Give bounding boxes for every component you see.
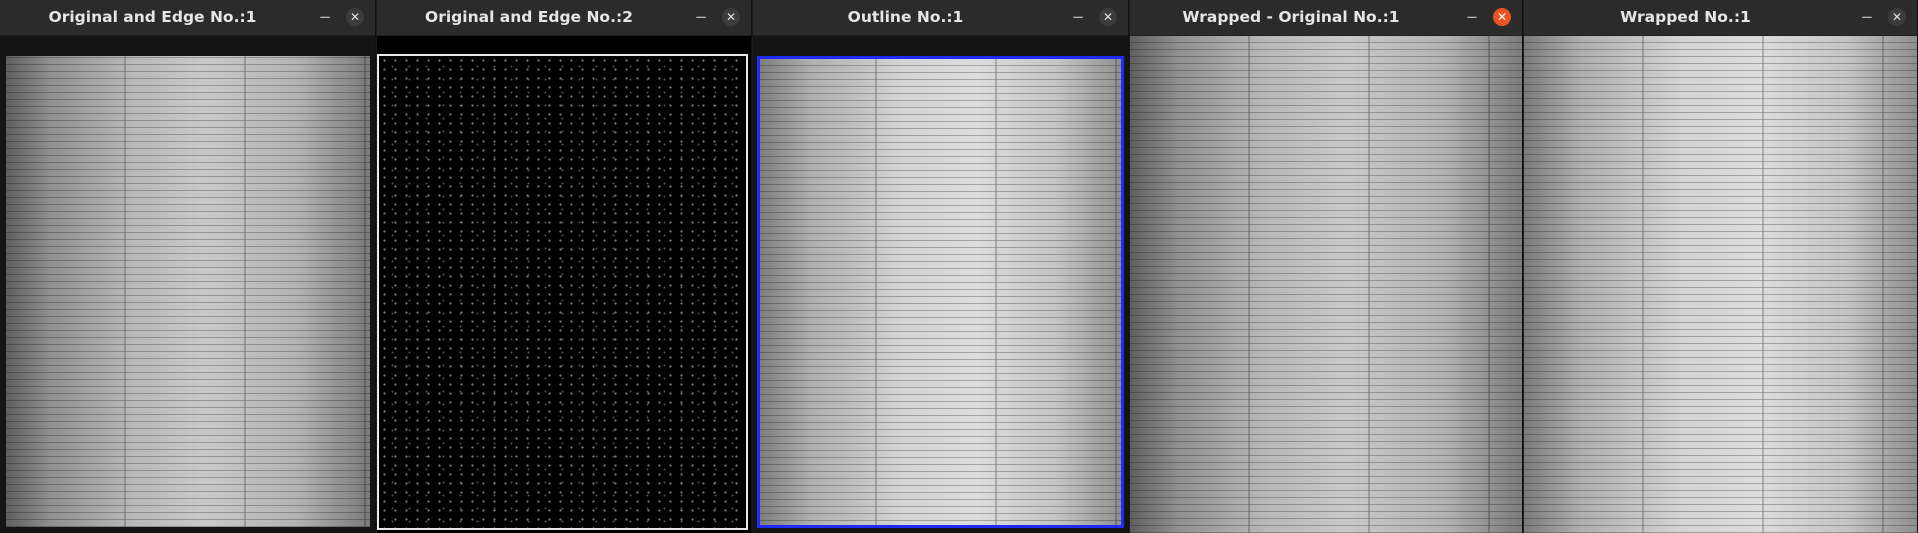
minimize-button[interactable]: − xyxy=(1464,10,1480,26)
image-viewport xyxy=(1524,36,1917,533)
window-wrapped-original-1: Wrapped - Original No.:1 − ✕ xyxy=(1130,0,1523,533)
titlebar[interactable]: Wrapped No.:1 − ✕ xyxy=(1524,0,1917,36)
titlebar[interactable]: Wrapped - Original No.:1 − ✕ xyxy=(1130,0,1522,36)
handwritten-notes-texture xyxy=(6,56,370,527)
handwritten-notes-texture xyxy=(1524,36,1917,533)
window-original-and-edge-2: Original and Edge No.:2 − ✕ xyxy=(377,0,752,533)
minimize-button[interactable]: − xyxy=(693,10,709,26)
window-title: Original and Edge No.:2 xyxy=(425,8,633,26)
minimize-button[interactable]: − xyxy=(1859,10,1875,26)
handwritten-notes-texture xyxy=(1130,36,1522,533)
titlebar[interactable]: Original and Edge No.:1 − ✕ xyxy=(0,0,375,36)
window-title: Wrapped No.:1 xyxy=(1620,8,1751,26)
window-wrapped-1: Wrapped No.:1 − ✕ xyxy=(1524,0,1918,533)
image-viewport xyxy=(1130,36,1522,533)
close-button[interactable]: ✕ xyxy=(346,8,364,26)
window-title: Original and Edge No.:1 xyxy=(48,8,257,26)
image-viewport xyxy=(753,36,1128,533)
close-button[interactable]: ✕ xyxy=(1493,8,1511,26)
window-title: Outline No.:1 xyxy=(847,8,964,26)
close-button[interactable]: ✕ xyxy=(722,8,740,26)
wrapped-original-image xyxy=(1130,36,1522,533)
image-viewport xyxy=(377,36,751,533)
window-original-and-edge-1: Original and Edge No.:1 − ✕ xyxy=(0,0,376,533)
minimize-button[interactable]: − xyxy=(317,10,333,26)
edge-detail-texture xyxy=(379,56,746,528)
titlebar[interactable]: Original and Edge No.:2 − ✕ xyxy=(377,0,751,36)
minimize-button[interactable]: − xyxy=(1070,10,1086,26)
window-outline-1: Outline No.:1 − ✕ xyxy=(753,0,1129,533)
close-button[interactable]: ✕ xyxy=(1099,8,1117,26)
document-outline xyxy=(757,56,1124,528)
wrapped-image xyxy=(1524,36,1917,533)
titlebar[interactable]: Outline No.:1 − ✕ xyxy=(753,0,1128,36)
window-title: Wrapped - Original No.:1 xyxy=(1182,8,1400,26)
original-image xyxy=(6,56,370,527)
image-viewport xyxy=(0,36,375,533)
close-button[interactable]: ✕ xyxy=(1888,8,1906,26)
edge-image xyxy=(377,54,748,530)
